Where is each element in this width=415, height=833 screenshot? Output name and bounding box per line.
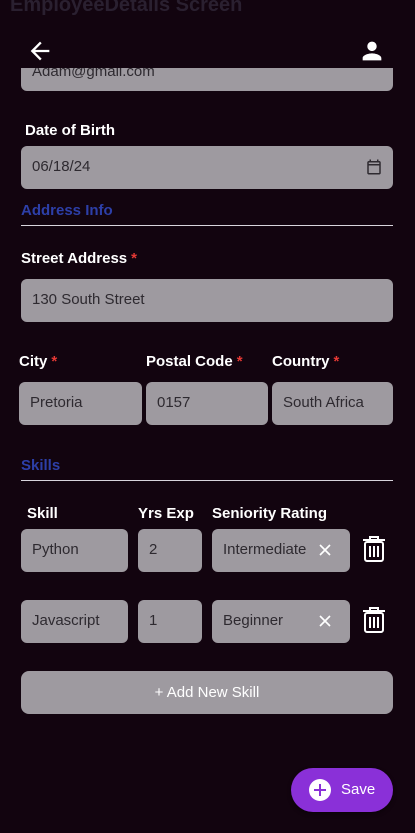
address-divider [21,225,393,226]
calendar-icon[interactable] [365,158,383,176]
plus-circle-icon [309,779,331,801]
skill-name-value: Javascript [32,612,100,629]
trash-icon[interactable] [361,606,387,634]
postal-value: 0157 [157,394,191,411]
postal-code-field[interactable]: 0157 [146,382,268,425]
required-mark: * [333,353,340,370]
required-mark: * [131,250,137,267]
close-icon[interactable] [315,540,335,560]
dob-value: 06/18/24 [32,158,91,175]
street-address-field[interactable]: 130 South Street [21,279,393,322]
person-icon[interactable] [358,37,386,65]
country-label-text: Country [272,353,330,370]
app-bar [0,20,415,68]
city-value: Pretoria [30,394,83,411]
skill-name-value: Python [32,541,79,558]
address-section-title: Address Info [21,202,113,219]
save-label: Save [341,781,376,798]
add-new-skill-button[interactable]: + Add New Skill [21,671,393,714]
postal-label-text: Postal Code [146,353,233,370]
city-label-text: City [19,353,48,370]
skills-section-title: Skills [21,457,61,474]
skill-years-value: 2 [149,541,158,558]
required-mark: * [236,353,243,370]
postal-code-label: Postal Code * [146,353,243,370]
save-button[interactable]: Save [291,768,393,812]
country-field[interactable]: South Africa [272,382,393,425]
country-value: South Africa [283,394,364,411]
skill-rating-value: Intermediate [223,541,307,558]
rating-column-header: Seniority Rating [212,505,328,522]
skill-years-field[interactable]: 2 [138,529,202,572]
screen-title: EmployeeDetails Screen [10,0,243,16]
skill-rating-value: Beginner [223,612,284,629]
city-label: City * [19,353,57,370]
dob-label: Date of Birth [25,122,115,139]
skill-name-field[interactable]: Python [21,529,128,572]
skill-name-field[interactable]: Javascript [21,600,128,643]
trash-icon[interactable] [361,535,387,563]
dob-field[interactable]: 06/18/24 [21,146,393,189]
required-mark: * [51,353,58,370]
street-label: Street Address * [21,250,137,267]
skill-years-field[interactable]: 1 [138,600,202,643]
skill-years-value: 1 [149,612,158,629]
back-arrow-icon[interactable] [26,37,54,65]
street-label-text: Street Address [21,250,128,267]
city-field[interactable]: Pretoria [19,382,142,425]
close-icon[interactable] [315,611,335,631]
skills-divider [21,480,393,481]
country-label: Country * [272,353,339,370]
street-value: 130 South Street [32,291,145,308]
skill-column-header: Skill [27,505,58,522]
years-column-header: Yrs Exp [138,505,194,522]
